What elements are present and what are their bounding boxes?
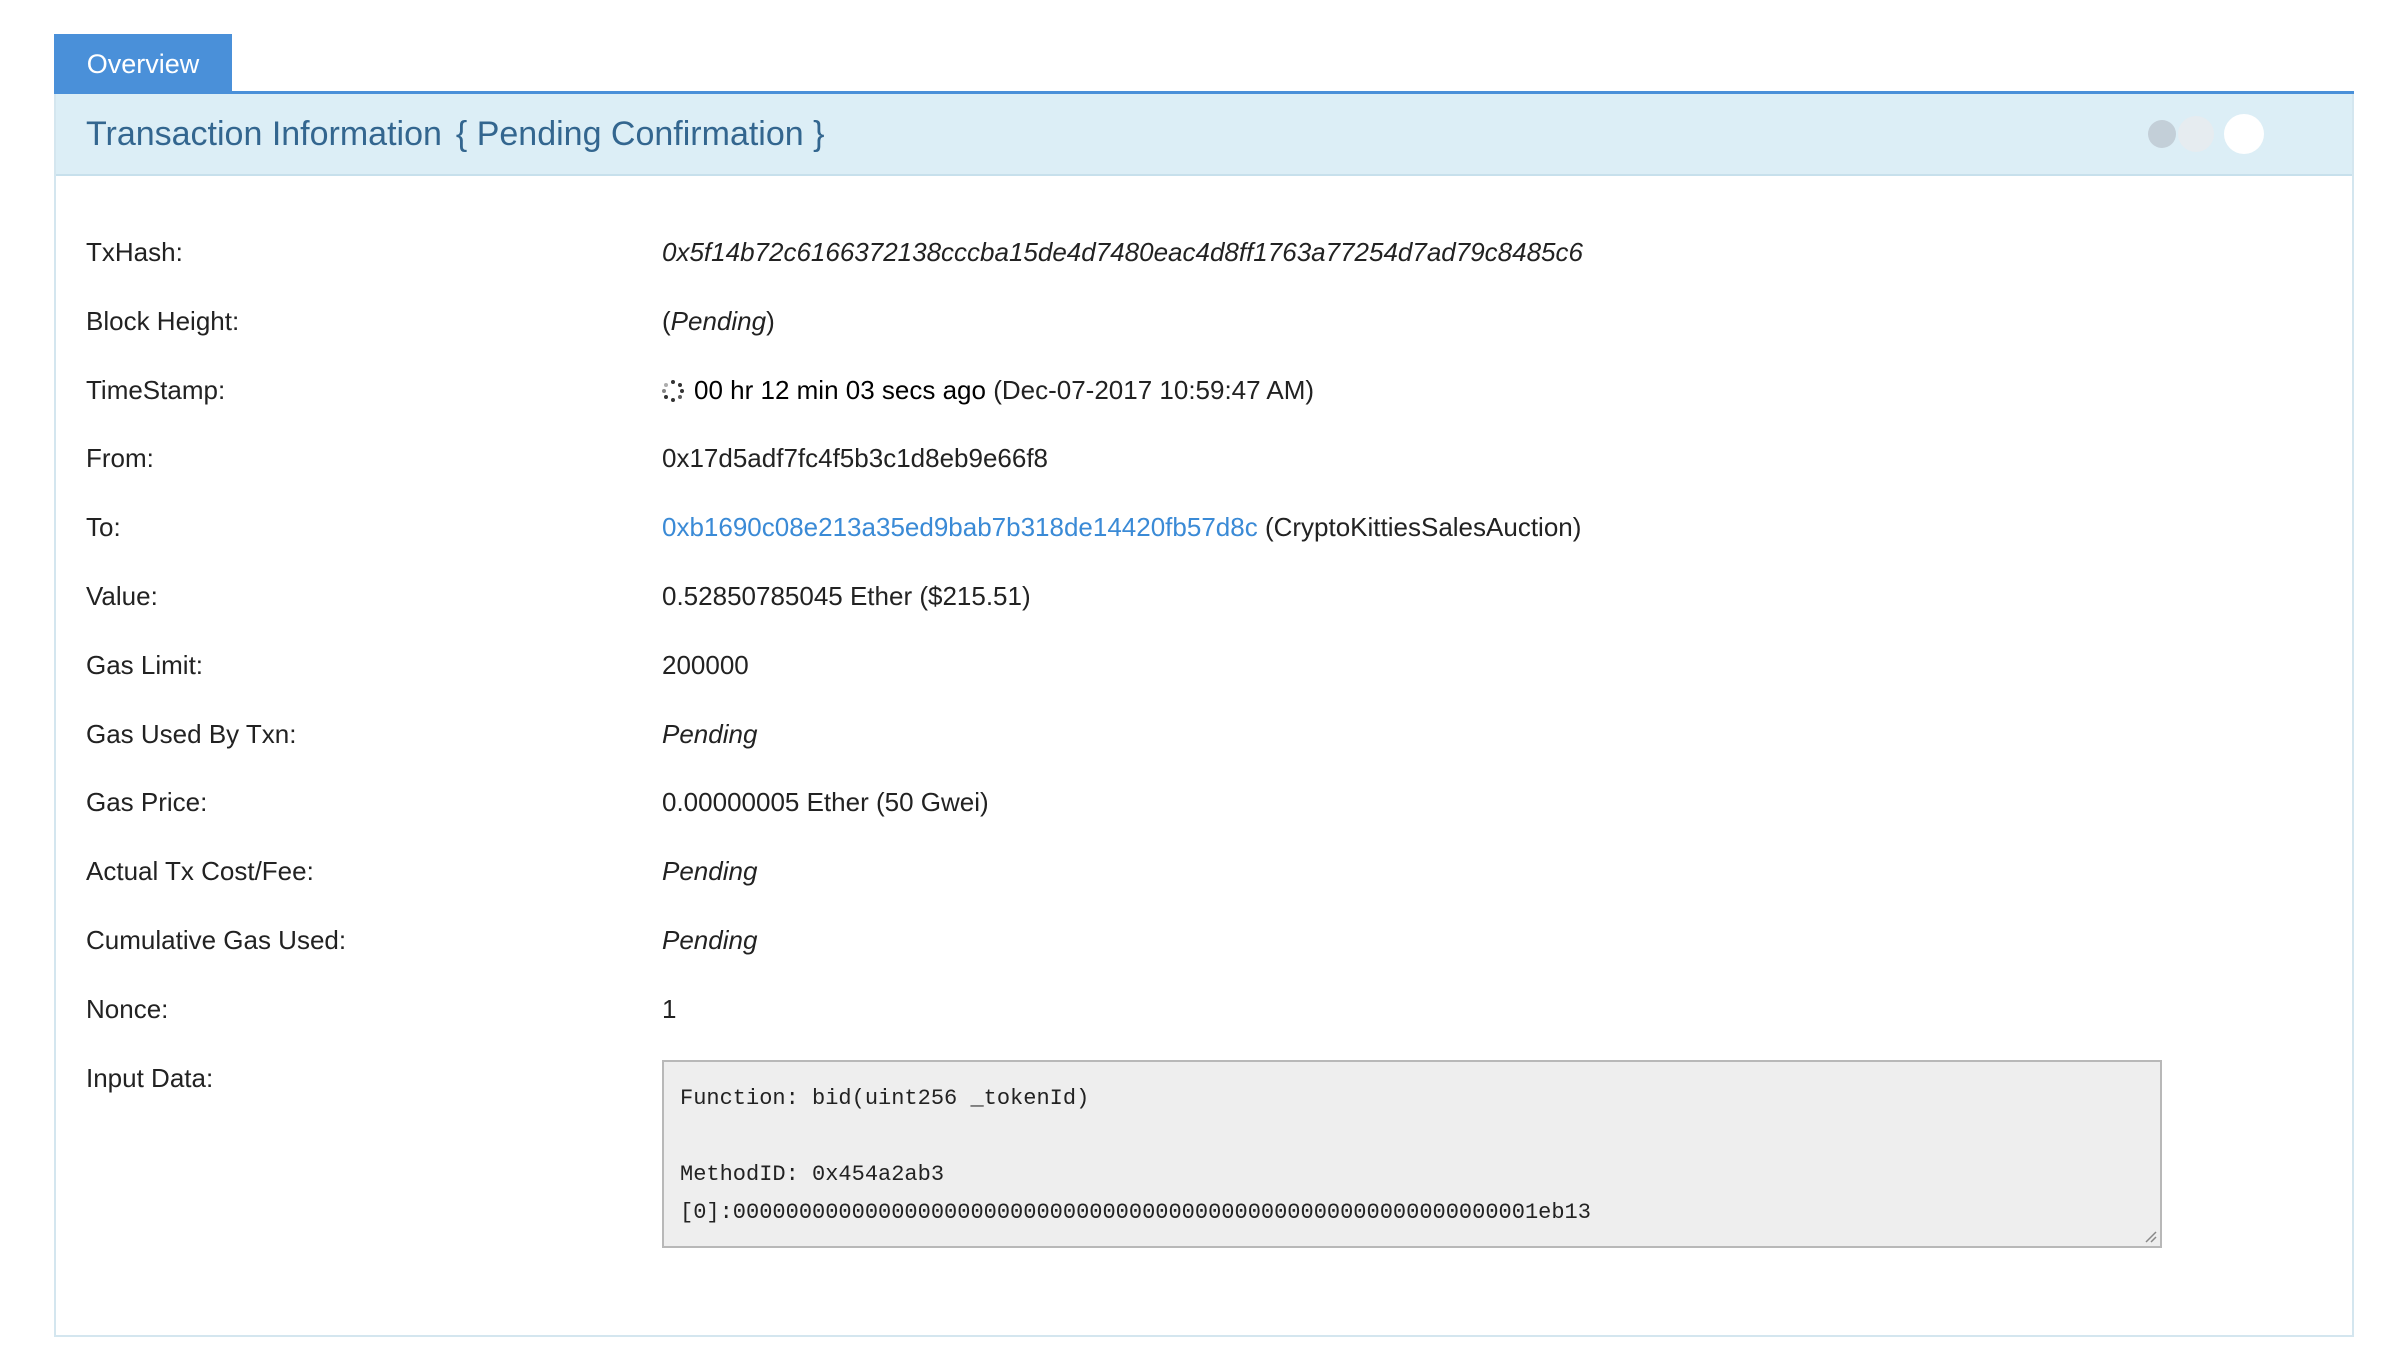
- tx-fee-label: Actual Tx Cost/Fee:: [86, 856, 314, 887]
- detail-rows: TxHash: 0x5f14b72c6166372138cccba15de4d7…: [86, 234, 2326, 1248]
- value-label: Value:: [86, 580, 158, 611]
- timestamp-value: 00 hr 12 min 03 secs ago (Dec-07-2017 10…: [662, 372, 1314, 408]
- txhash-label: TxHash:: [86, 237, 183, 267]
- row-tx-fee: Actual Tx Cost/Fee: Pending: [86, 853, 2326, 922]
- timestamp-date: (Dec-07-2017 10:59:47 AM): [993, 374, 1315, 405]
- to-value: 0xb1690c08e213a35ed9bab7b318de14420fb57d…: [662, 509, 1581, 545]
- input-data-label: Input Data:: [86, 1062, 214, 1093]
- spinner-icon: [662, 379, 684, 402]
- tab-overview[interactable]: Overview: [54, 34, 232, 94]
- row-value: Value: 0.52850785045 Ether ($215.51): [86, 578, 2326, 647]
- row-gas-price: Gas Price: 0.00000005 Ether (50 Gwei): [86, 784, 2326, 853]
- input-data-text: Function: bid(uint256 _tokenId) MethodID…: [680, 1085, 1591, 1225]
- dot-icon[interactable]: [2148, 120, 2176, 148]
- to-label: To:: [86, 512, 121, 543]
- nonce-label: Nonce:: [86, 993, 169, 1024]
- gas-limit-label: Gas Limit:: [86, 649, 204, 680]
- row-cumulative-gas: Cumulative Gas Used: Pending: [86, 922, 2326, 991]
- gas-price-value: 0.00000005 Ether (50 Gwei): [662, 787, 989, 818]
- txhash-value: 0x5f14b72c6166372138cccba15de4d7480eac4d…: [662, 237, 1583, 267]
- paren-close: ): [766, 305, 775, 336]
- timestamp-ago: 00 hr 12 min 03 secs ago: [694, 374, 986, 405]
- row-nonce: Nonce: 1: [86, 991, 2326, 1060]
- row-to: To: 0xb1690c08e213a35ed9bab7b318de14420f…: [86, 509, 2326, 578]
- page: Overview Transaction Information { Pendin…: [0, 0, 2398, 1348]
- panel-controls: [2148, 114, 2264, 154]
- row-gas-limit: Gas Limit: 200000: [86, 647, 2326, 716]
- row-from: From: 0x17d5adf7fc4f5b3c1d8eb9e66f8: [86, 440, 2326, 509]
- from-address-link[interactable]: 0x17d5adf7fc4f5b3c1d8eb9e66f8: [662, 440, 1048, 476]
- cumulative-gas-label: Cumulative Gas Used:: [86, 924, 347, 955]
- panel-title: Transaction Information { Pending Confirm…: [86, 94, 824, 174]
- row-txhash: TxHash: 0x5f14b72c6166372138cccba15de4d7…: [86, 234, 2326, 303]
- row-block-height: Block Height: (Pending): [86, 303, 2326, 372]
- gas-price-label: Gas Price:: [86, 787, 208, 818]
- dot-icon[interactable]: [2224, 114, 2264, 154]
- block-height-status: Pending: [670, 305, 767, 336]
- transaction-panel: Transaction Information { Pending Confirm…: [54, 94, 2354, 1337]
- nonce-value: 1: [662, 993, 677, 1024]
- row-input-data: Input Data: Function: bid(uint256 _token…: [86, 1059, 2326, 1248]
- row-gas-used: Gas Used By Txn: Pending: [86, 716, 2326, 785]
- paren-open: (: [662, 305, 671, 336]
- panel-header: Transaction Information { Pending Confirm…: [56, 94, 2352, 176]
- status-badge: { Pending Confirmation }: [455, 115, 825, 153]
- to-contract-name: (CryptoKittiesSalesAuction): [1264, 512, 1582, 543]
- row-timestamp: TimeStamp: 00 hr 12 min 03 secs ago (Dec…: [86, 372, 2326, 441]
- tab-bar: Overview: [54, 34, 2354, 94]
- dot-icon[interactable]: [2178, 116, 2214, 152]
- gas-limit-value: 200000: [662, 649, 749, 680]
- tx-fee-value: Pending: [662, 856, 758, 887]
- cumulative-gas-value: Pending: [662, 924, 758, 955]
- gas-used-label: Gas Used By Txn:: [86, 718, 297, 749]
- block-height-value: (Pending): [662, 303, 775, 339]
- panel-title-text: Transaction Information: [86, 115, 442, 153]
- to-address-link[interactable]: 0xb1690c08e213a35ed9bab7b318de14420fb57d…: [662, 512, 1258, 542]
- block-height-label: Block Height:: [86, 305, 240, 336]
- value-amount: 0.52850785045 Ether ($215.51): [662, 580, 1031, 611]
- timestamp-label: TimeStamp:: [86, 374, 226, 405]
- from-label: From:: [86, 443, 154, 474]
- input-data-textarea[interactable]: Function: bid(uint256 _tokenId) MethodID…: [662, 1059, 2162, 1248]
- gas-used-value: Pending: [662, 718, 758, 749]
- resize-handle-icon[interactable]: [2143, 1229, 2157, 1243]
